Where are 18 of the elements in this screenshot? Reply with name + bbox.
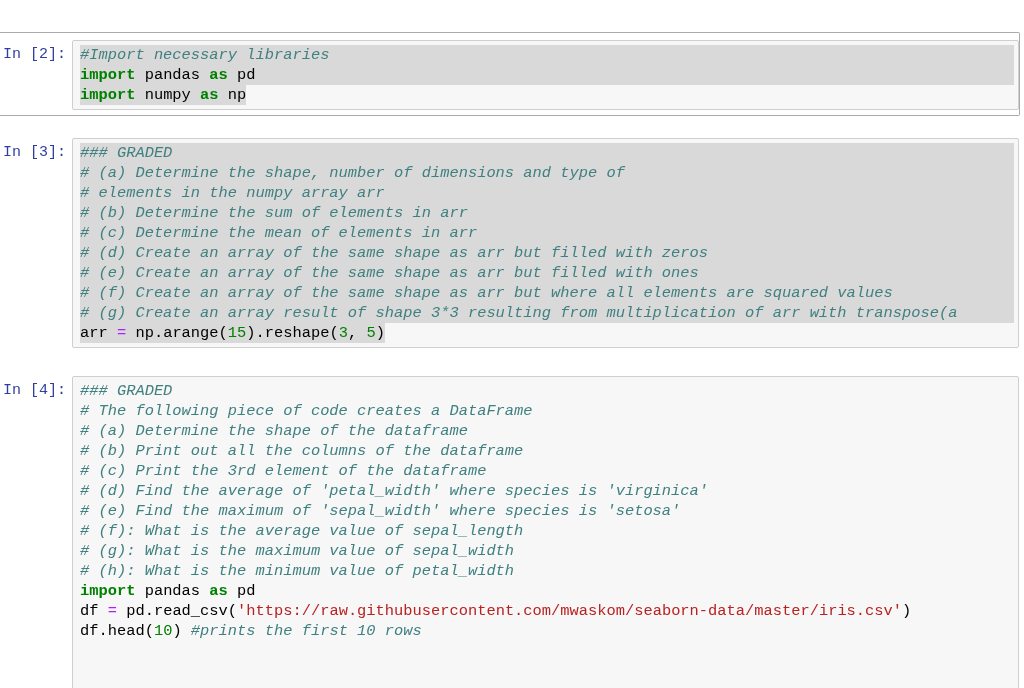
code-line: ### GRADED	[80, 381, 173, 401]
code-line: df.head(10) #prints the first 10 rows	[80, 621, 422, 641]
code-line: # (f): What is the average value of sepal_length	[80, 521, 524, 541]
code-input[interactable]: #Import necessary libraries import pandas as pd import numpy as np	[72, 40, 1019, 110]
code-line: import pandas as pd	[80, 581, 256, 601]
code-line: # (b) Print out all the columns of the dataframe	[80, 441, 524, 461]
code-line: # (c) Print the 3rd element of the dataframe	[80, 461, 487, 481]
notebook-cell[interactable]: In [2]: #Import necessary libraries import pandas as pd import numpy as np	[0, 32, 1020, 116]
code-line: # (d) Find the average of 'petal_width' where species is 'virginica'	[80, 481, 709, 501]
input-prompt: In [3]:	[2, 143, 67, 163]
code-line: # (g): What is the maximum value of sepal_width	[80, 541, 515, 561]
input-prompt: In [2]:	[2, 45, 67, 65]
input-prompt: In [4]:	[2, 381, 67, 401]
code-line: # (a) Determine the shape of the dataframe	[80, 421, 468, 441]
code-line: df = pd.read_csv('https://raw.githubusercontent.com/mwaskom/seaborn-data/master/iris.csv')	[80, 601, 912, 621]
code-line: # (e) Find the maximum of 'sepal_width' where species is 'setosa'	[80, 501, 681, 521]
code-line: # (h): What is the minimum value of petal_width	[80, 561, 515, 581]
code-line: # The following piece of code creates a DataFrame	[80, 401, 533, 421]
